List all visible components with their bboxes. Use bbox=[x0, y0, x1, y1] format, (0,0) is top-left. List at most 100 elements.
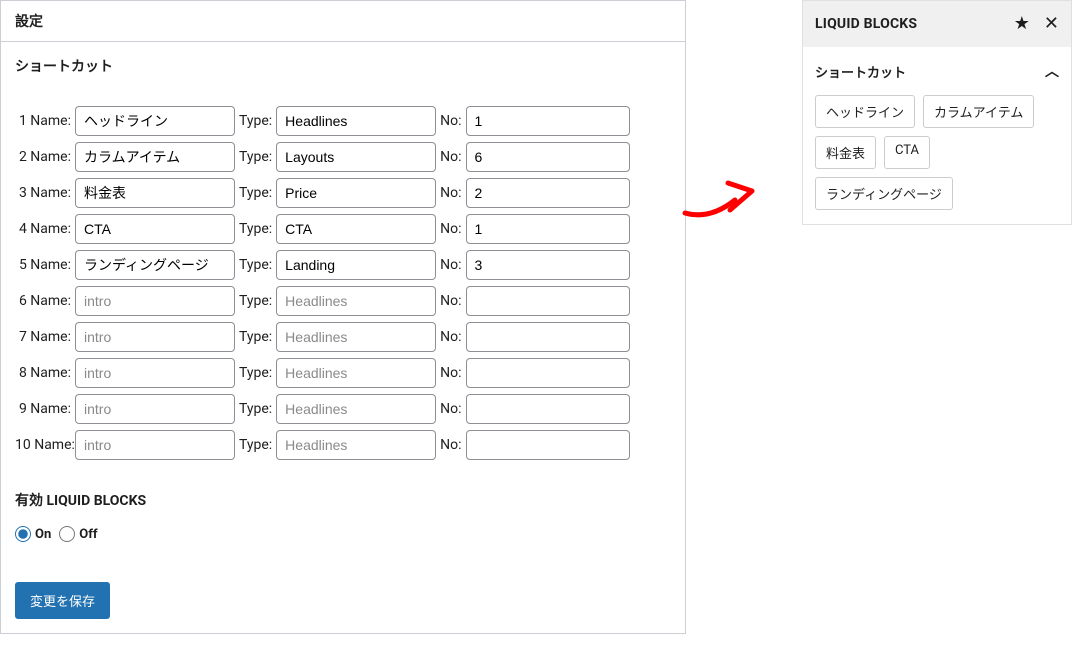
enabled-radios: On Off bbox=[15, 526, 671, 542]
enabled-title: 有効 LIQUID BLOCKS bbox=[15, 490, 671, 510]
type-input[interactable] bbox=[276, 106, 436, 136]
save-button[interactable]: 変更を保存 bbox=[15, 582, 110, 619]
name-input[interactable] bbox=[75, 430, 235, 460]
type-input[interactable] bbox=[276, 394, 436, 424]
shortcut-row: 9 Name: Type: No: bbox=[15, 394, 671, 424]
panel-title: 設定 bbox=[1, 1, 685, 42]
shortcut-title: ショートカット bbox=[15, 56, 671, 76]
type-label: Type: bbox=[239, 185, 272, 201]
type-input[interactable] bbox=[276, 286, 436, 316]
shortcut-row: 10 Name: Type: No: bbox=[15, 430, 671, 460]
name-input[interactable] bbox=[75, 250, 235, 280]
row-index-label: 7 Name: bbox=[15, 329, 71, 345]
tag-item[interactable]: ヘッドライン bbox=[815, 95, 915, 128]
type-label: Type: bbox=[239, 221, 272, 237]
no-label: No: bbox=[440, 437, 461, 453]
sidebar-section-header[interactable]: ショートカット ︿ bbox=[815, 61, 1059, 81]
no-label: No: bbox=[440, 113, 461, 129]
no-input[interactable] bbox=[466, 394, 630, 424]
name-input[interactable] bbox=[75, 322, 235, 352]
radio-off-label[interactable]: Off bbox=[59, 526, 97, 542]
tag-item[interactable]: カラムアイテム bbox=[923, 95, 1034, 128]
no-label: No: bbox=[440, 257, 461, 273]
shortcut-rows: 1 Name: Type: No: 2 Name: Type: No: 3 Name: Typ… bbox=[15, 106, 671, 460]
shortcut-row: 4 Name: Type: No: bbox=[15, 214, 671, 244]
row-index-label: 10 Name: bbox=[15, 437, 71, 453]
shortcut-row: 8 Name: Type: No: bbox=[15, 358, 671, 388]
row-index-label: 9 Name: bbox=[15, 401, 71, 417]
row-index-label: 2 Name: bbox=[15, 149, 71, 165]
name-input[interactable] bbox=[75, 358, 235, 388]
no-input[interactable] bbox=[466, 322, 630, 352]
type-input[interactable] bbox=[276, 322, 436, 352]
no-label: No: bbox=[440, 149, 461, 165]
row-index-label: 1 Name: bbox=[15, 113, 71, 129]
no-label: No: bbox=[440, 329, 461, 345]
shortcut-row: 5 Name: Type: No: bbox=[15, 250, 671, 280]
radio-on-label[interactable]: On bbox=[15, 526, 51, 542]
type-input[interactable] bbox=[276, 358, 436, 388]
radio-off-text: Off bbox=[79, 527, 97, 542]
type-label: Type: bbox=[239, 437, 272, 453]
tag-item[interactable]: ランディングページ bbox=[815, 177, 953, 210]
type-input[interactable] bbox=[276, 142, 436, 172]
no-input[interactable] bbox=[466, 178, 630, 208]
no-input[interactable] bbox=[466, 250, 630, 280]
type-label: Type: bbox=[239, 113, 272, 129]
no-input[interactable] bbox=[466, 430, 630, 460]
sidebar-section: ショートカット ︿ ヘッドラインカラムアイテム料金表CTA ランディングページ bbox=[803, 47, 1071, 224]
name-input[interactable] bbox=[75, 106, 235, 136]
no-label: No: bbox=[440, 293, 461, 309]
settings-panel: 設定 ショートカット 1 Name: Type: No: 2 Name: Type: No… bbox=[0, 0, 686, 634]
arrow-annotation bbox=[680, 175, 770, 230]
sidebar-title: LIQUID BLOCKS bbox=[815, 16, 917, 32]
type-label: Type: bbox=[239, 329, 272, 345]
star-icon[interactable]: ★ bbox=[1014, 15, 1030, 33]
type-label: Type: bbox=[239, 401, 272, 417]
shortcut-row: 7 Name: Type: No: bbox=[15, 322, 671, 352]
type-input[interactable] bbox=[276, 250, 436, 280]
shortcut-row: 2 Name: Type: No: bbox=[15, 142, 671, 172]
tag-list: ヘッドラインカラムアイテム料金表CTA ランディングページ bbox=[815, 95, 1059, 210]
row-index-label: 4 Name: bbox=[15, 221, 71, 237]
sidebar-section-title: ショートカット bbox=[815, 62, 906, 81]
close-icon[interactable]: ✕ bbox=[1044, 15, 1059, 33]
shortcut-row: 1 Name: Type: No: bbox=[15, 106, 671, 136]
row-index-label: 8 Name: bbox=[15, 365, 71, 381]
type-label: Type: bbox=[239, 149, 272, 165]
no-label: No: bbox=[440, 365, 461, 381]
no-label: No: bbox=[440, 221, 461, 237]
no-input[interactable] bbox=[466, 286, 630, 316]
panel-body: ショートカット 1 Name:Type:No:2 Name:Type:No:3 … bbox=[1, 42, 685, 633]
no-input[interactable] bbox=[466, 214, 630, 244]
sidebar-header: LIQUID BLOCKS ★ ✕ bbox=[803, 1, 1071, 47]
tag-item[interactable]: 料金表 bbox=[815, 136, 876, 169]
type-label: Type: bbox=[239, 365, 272, 381]
type-input[interactable] bbox=[276, 214, 436, 244]
sidebar-header-icons: ★ ✕ bbox=[1014, 15, 1059, 33]
radio-on-text: On bbox=[35, 527, 51, 542]
type-label: Type: bbox=[239, 257, 272, 273]
name-input[interactable] bbox=[75, 214, 235, 244]
shortcut-row: 3 Name: Type: No: bbox=[15, 178, 671, 208]
name-input[interactable] bbox=[75, 286, 235, 316]
radio-on[interactable] bbox=[15, 526, 31, 542]
no-label: No: bbox=[440, 401, 461, 417]
no-label: No: bbox=[440, 185, 461, 201]
row-index-label: 6 Name: bbox=[15, 293, 71, 309]
no-input[interactable] bbox=[466, 358, 630, 388]
type-label: Type: bbox=[239, 293, 272, 309]
row-index-label: 5 Name: bbox=[15, 257, 71, 273]
tag-item[interactable]: CTA bbox=[884, 136, 930, 169]
name-input[interactable] bbox=[75, 394, 235, 424]
row-index-label: 3 Name: bbox=[15, 185, 71, 201]
chevron-up-icon: ︿ bbox=[1045, 61, 1059, 81]
type-input[interactable] bbox=[276, 178, 436, 208]
sidebar-panel: LIQUID BLOCKS ★ ✕ ショートカット ︿ ヘッドラインカラムアイテ… bbox=[802, 0, 1072, 225]
name-input[interactable] bbox=[75, 178, 235, 208]
radio-off[interactable] bbox=[59, 526, 75, 542]
name-input[interactable] bbox=[75, 142, 235, 172]
type-input[interactable] bbox=[276, 430, 436, 460]
no-input[interactable] bbox=[466, 142, 630, 172]
no-input[interactable] bbox=[466, 106, 630, 136]
